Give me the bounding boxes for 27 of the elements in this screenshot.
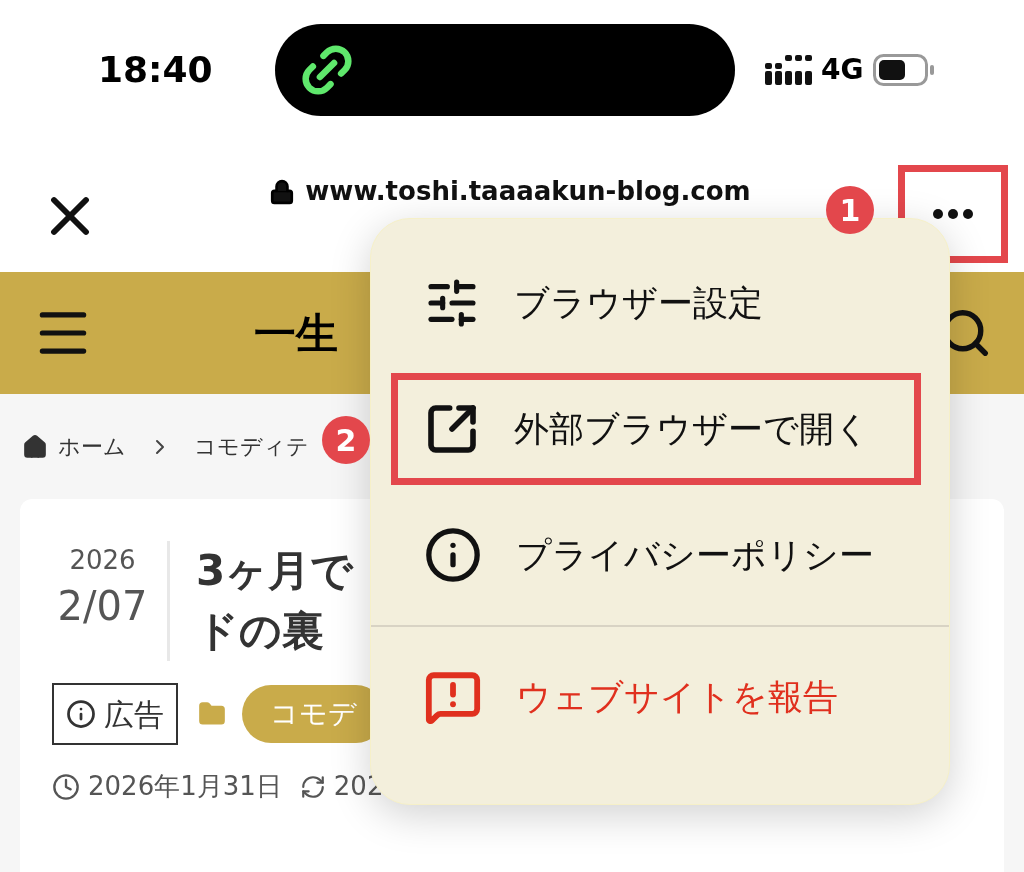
published-date: 2026年1月31日 xyxy=(88,770,282,803)
clock-icon xyxy=(52,772,80,801)
site-title: 一生 xyxy=(254,307,338,360)
step-number-badge: 1 xyxy=(826,186,874,234)
article-title-line: ドの裏 xyxy=(196,605,325,657)
network-label: 4G xyxy=(821,52,864,88)
refresh-icon xyxy=(299,773,326,800)
menu-item[interactable]: ブラウザー設定 xyxy=(391,247,921,359)
menu-item[interactable]: ウェブサイトを報告 xyxy=(391,641,921,753)
info-icon xyxy=(424,526,482,584)
menu-item[interactable]: プライバシーポリシー xyxy=(391,499,921,611)
breadcrumb-link[interactable]: ホーム xyxy=(58,430,126,463)
status-time: 18:40 xyxy=(98,48,214,92)
home-icon xyxy=(22,433,48,460)
battery-icon xyxy=(873,54,936,86)
article-title-line: 3ヶ月で xyxy=(196,545,354,597)
post-date: 2/07 xyxy=(57,582,148,631)
folder-icon xyxy=(198,700,226,728)
post-year: 2026 xyxy=(69,544,136,577)
info-icon xyxy=(66,699,96,729)
lock-icon xyxy=(269,178,296,205)
url-text: www.toshi.taaaakun-blog.com xyxy=(305,175,751,208)
menu-item[interactable]: 外部ブラウザーで開く xyxy=(391,373,921,485)
more-icon xyxy=(933,209,973,219)
signal-icon xyxy=(765,55,813,85)
breadcrumb-link[interactable]: コモディテ xyxy=(194,430,309,463)
ad-text: 広告 xyxy=(104,695,164,734)
